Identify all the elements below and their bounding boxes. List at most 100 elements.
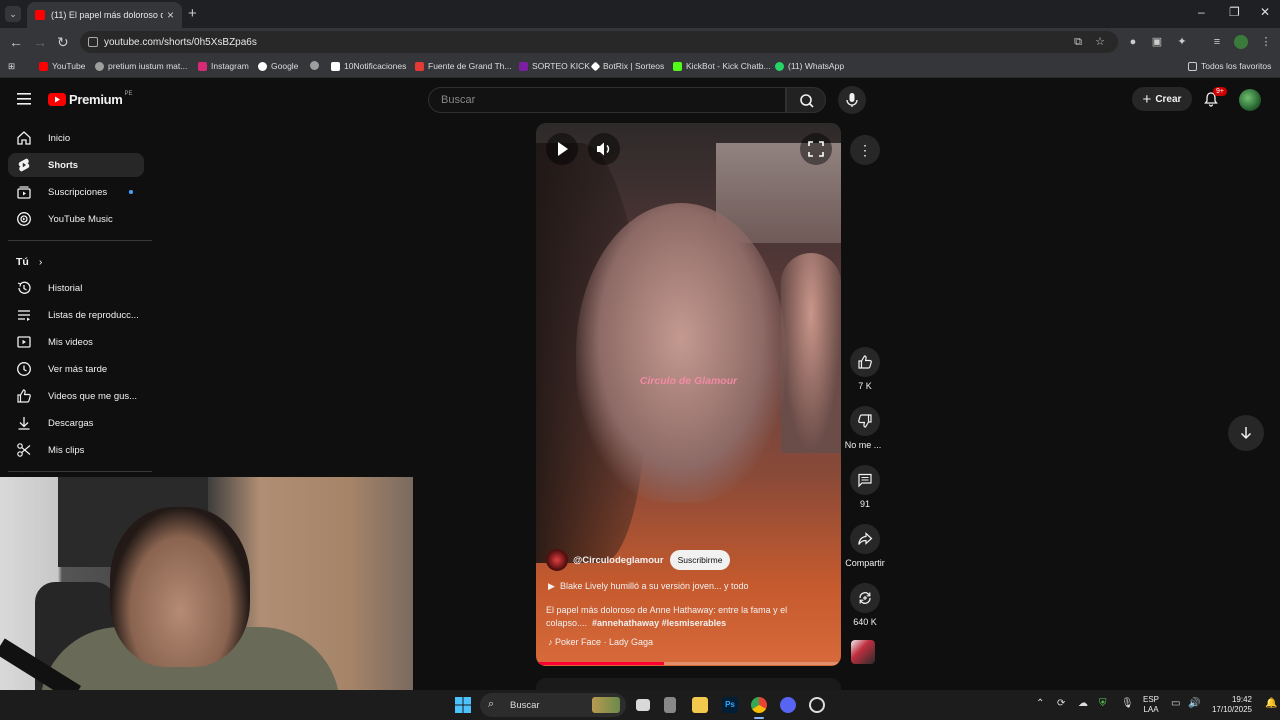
notifications-button[interactable]: 9+	[1203, 87, 1227, 107]
minimize-icon[interactable]: –	[1198, 5, 1205, 19]
extension-2-icon[interactable]: ▣	[1151, 36, 1163, 48]
like-action[interactable]: 7 K	[848, 347, 882, 391]
sidebar-item-descargas[interactable]: Descargas	[8, 411, 144, 435]
short-video-player[interactable]: Circulo de Glamour @Circulodeglamour Sus…	[536, 123, 841, 666]
video-progress-fill	[536, 662, 665, 665]
chrome-icon[interactable]	[751, 697, 767, 713]
network-icon[interactable]: ▭	[1171, 698, 1180, 709]
remix-action[interactable]: 640 K	[848, 583, 882, 627]
tray-mic-icon[interactable]: 🎙	[1121, 698, 1134, 709]
site-info-icon[interactable]	[88, 37, 98, 47]
bookmark-google[interactable]: Google	[258, 61, 298, 71]
bookmark-sorteo-kick[interactable]: SORTEO KICK	[519, 61, 590, 71]
video-description[interactable]: El papel más doloroso de Anne Hathaway: …	[546, 604, 806, 630]
windows-taskbar: ⌕ Buscar Ps ⌃ ⟳ ☁ ⛨ 🎙 ESP LAA ▭ 🔊 19:42 …	[0, 690, 1280, 720]
bookmark-fuente-gta[interactable]: Fuente de Grand Th...	[415, 61, 511, 71]
youtube-premium-logo[interactable]: Premium PE	[48, 91, 133, 107]
extension-1-icon[interactable]: ●	[1127, 36, 1139, 48]
sidebar-divider	[8, 240, 152, 241]
app-pinned-icon[interactable]	[664, 697, 676, 713]
dislike-action[interactable]: No me ...	[845, 406, 882, 450]
windows-start-icon[interactable]	[455, 697, 471, 713]
apps-grid-icon[interactable]: ⊞	[8, 61, 15, 72]
back-arrow-icon[interactable]: ←	[9, 34, 23, 50]
bookmark-10notificaciones[interactable]: 10Notificaciones	[331, 61, 406, 71]
playlist-link[interactable]: ▶ Blake Lively humilló a su versión jove…	[548, 581, 749, 592]
bookmark-pretium[interactable]: pretium iustum mat...	[95, 61, 187, 71]
extensions-puzzle-icon[interactable]: ✦	[1176, 36, 1188, 48]
security-shield-icon[interactable]: ⛨	[1099, 698, 1107, 709]
bookmark-kickbot[interactable]: KickBot - Kick Chatb...	[673, 61, 771, 71]
notification-center-icon[interactable]: 🔔	[1265, 698, 1277, 709]
next-short-button[interactable]	[1228, 415, 1264, 451]
shorts-icon	[18, 158, 30, 172]
reload-icon[interactable]: ↻	[57, 34, 69, 50]
keyboard-language[interactable]: ESP LAA	[1143, 695, 1159, 715]
photoshop-icon[interactable]: Ps	[722, 697, 738, 713]
volume-button[interactable]	[588, 133, 620, 165]
sidebar-item-inicio[interactable]: Inicio	[8, 126, 144, 150]
restore-icon[interactable]: ❐	[1229, 5, 1240, 19]
app-circle-icon[interactable]	[809, 697, 825, 713]
file-explorer-icon[interactable]	[692, 697, 708, 713]
video-progress-bar[interactable]	[536, 662, 841, 665]
bookmark-globe[interactable]	[310, 61, 323, 70]
sidebar-item-mis-videos[interactable]: Mis videos	[8, 330, 144, 354]
play-button[interactable]	[546, 133, 578, 165]
account-avatar[interactable]	[1239, 89, 1261, 111]
bookmark-instagram[interactable]: Instagram	[198, 61, 249, 71]
sound-thumbnail[interactable]	[851, 640, 875, 664]
bookmark-star-icon[interactable]: ☆	[1094, 36, 1106, 48]
forward-arrow-icon[interactable]: →	[33, 34, 47, 50]
diamond-icon	[590, 61, 601, 71]
browser-menu-icon[interactable]: ⋮	[1260, 36, 1272, 48]
tray-chevron-icon[interactable]: ⌃	[1036, 698, 1044, 709]
sidebar-item-mis-clips[interactable]: Mis clips	[8, 438, 144, 462]
sound-link[interactable]: ♪ Poker Face · Lady Gaga	[548, 637, 653, 647]
bookmark-botrix[interactable]: BotRix | Sorteos	[590, 61, 664, 71]
sidebar-you-header[interactable]: Tú ›	[16, 256, 42, 268]
more-options-icon[interactable]: ⋮	[850, 135, 880, 165]
profile-avatar[interactable]	[1234, 35, 1248, 49]
channel-name[interactable]: @Circulodeglamour	[573, 555, 664, 566]
create-button[interactable]: + Crear	[1132, 87, 1192, 111]
fullscreen-button[interactable]	[800, 133, 832, 165]
sidebar-item-ver-mas-tarde[interactable]: Ver más tarde	[8, 357, 144, 381]
media-control-icon[interactable]: ≡	[1211, 36, 1223, 48]
x-icon	[331, 61, 340, 71]
hamburger-menu-icon[interactable]	[17, 93, 31, 105]
sidebar-item-youtube-music[interactable]: YouTube Music	[8, 207, 144, 231]
channel-avatar[interactable]	[546, 549, 568, 571]
address-bar[interactable]: youtube.com/shorts/0h5XsBZpa6s	[80, 31, 1118, 53]
sidebar-item-shorts[interactable]: Shorts	[8, 153, 144, 177]
onedrive-icon[interactable]: ☁	[1078, 698, 1088, 709]
install-app-icon[interactable]: ⧉	[1072, 36, 1084, 48]
close-window-icon[interactable]: ✕	[1260, 5, 1270, 19]
share-action[interactable]: Compartir	[842, 524, 888, 568]
speaker-icon[interactable]: 🔊	[1188, 698, 1200, 709]
comments-action[interactable]: 91	[848, 465, 882, 509]
subscribe-button[interactable]: Suscribirme	[669, 550, 731, 570]
taskbar-search[interactable]: ⌕ Buscar	[480, 693, 626, 717]
sidebar-item-listas[interactable]: Listas de reproducc...	[8, 303, 144, 327]
search-button[interactable]	[786, 87, 826, 113]
close-tab-icon[interactable]: ×	[167, 8, 174, 22]
search-highlight-icon	[592, 697, 620, 713]
bookmark-youtube[interactable]: YouTube	[39, 61, 85, 71]
discord-icon[interactable]	[780, 697, 796, 713]
tab-search-button[interactable]: ⌄	[5, 6, 21, 22]
hashtags[interactable]: #annehathaway #lesmiserables	[592, 618, 726, 628]
all-bookmarks[interactable]: Todos los favoritos	[1188, 61, 1271, 71]
browser-tab-active[interactable]: (11) El papel más doloroso de A ×	[27, 2, 182, 28]
bookmark-whatsapp[interactable]: (11) WhatsApp	[775, 61, 844, 71]
task-view-icon[interactable]	[636, 699, 650, 711]
sidebar-item-historial[interactable]: Historial	[8, 276, 144, 300]
tray-app-icon[interactable]: ⟳	[1057, 698, 1065, 709]
history-icon	[17, 281, 31, 294]
clock[interactable]: 19:42 17/10/2025	[1208, 695, 1252, 715]
sidebar-item-suscripciones[interactable]: Suscripciones	[8, 180, 144, 204]
sidebar-item-videos-me-gustan[interactable]: Videos que me gus...	[8, 384, 144, 408]
search-input[interactable]: Buscar	[428, 87, 786, 113]
new-tab-button[interactable]: +	[188, 5, 197, 22]
voice-search-button[interactable]	[838, 86, 866, 114]
